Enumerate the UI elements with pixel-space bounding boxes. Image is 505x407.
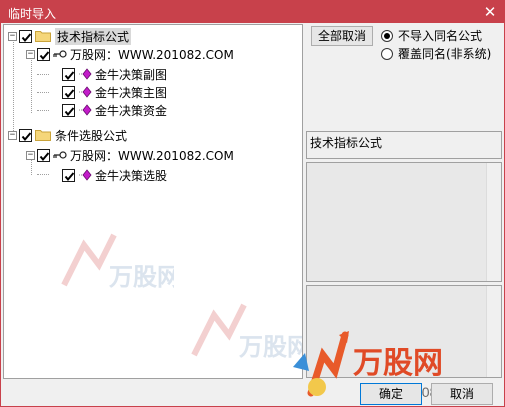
node-checkbox[interactable] [19,128,32,142]
node-checkbox[interactable] [37,148,50,162]
node-checkbox[interactable] [62,103,75,117]
radio-button[interactable] [381,29,393,42]
collapse-icon[interactable]: − [8,130,17,140]
tree-line [37,74,49,75]
tree-node-formula[interactable]: 金牛决策主图 [62,83,167,101]
node-checkbox[interactable] [62,85,75,99]
tree-node-label: 万股网：WWW.201082.COM [70,47,234,62]
tree-node-screening[interactable]: − 条件选股公式 [8,126,127,144]
diamond-icon [79,86,92,98]
diamond-icon [79,169,92,181]
tree-line [13,39,14,139]
tree-node-label: 金牛决策选股 [95,168,168,183]
tree-node-author-1[interactable]: − 万股网：WWW.201082.COM [26,45,234,63]
watermark-brand: 万股网 [239,334,303,361]
tree-node-formula[interactable]: 金牛决策副图 [62,65,167,83]
diamond-icon [79,68,92,80]
collapse-icon[interactable]: − [8,31,17,41]
radio-button[interactable] [381,47,393,60]
node-checkbox[interactable] [37,47,50,61]
scrollbar[interactable] [486,163,501,281]
key-icon [53,151,67,159]
formula-description-box[interactable] [306,162,502,282]
folder-icon [35,130,51,141]
tree-node-label: 条件选股公式 [55,128,128,143]
tree-line [37,110,49,111]
close-icon[interactable]: ✕ [480,2,500,22]
watermark-logo: 万股网 [61,233,174,291]
scrollbar[interactable] [486,286,501,377]
watermark-logo: 万股网 [191,303,303,361]
ok-button[interactable]: 确定 [360,383,422,405]
node-checkbox[interactable] [19,29,32,43]
collapse-icon[interactable]: − [26,49,35,59]
tree-node-label: 万股网：WWW.201082.COM [70,148,234,163]
node-checkbox[interactable] [62,168,75,182]
watermark-brand: 万股网 [109,264,174,291]
tree-line [37,92,49,93]
title-bar: 临时导入 ✕ [1,1,504,23]
tree-line [31,57,32,113]
collapse-icon[interactable]: − [26,150,35,160]
tree-node-formula[interactable]: 金牛决策选股 [62,166,167,184]
tree-node-label: 技术指标公式 [55,27,132,45]
diamond-icon [79,104,92,116]
formula-category-label: 技术指标公式 [306,131,502,159]
radio-overwrite-duplicates[interactable]: 覆盖同名(非系统) [381,45,491,62]
radio-skip-duplicates[interactable]: 不导入同名公式 [381,27,482,44]
formula-parameters-box[interactable] [306,285,502,378]
node-checkbox[interactable] [62,67,75,81]
tree-node-label: 金牛决策资金 [95,103,168,118]
key-icon [53,50,67,58]
folder-icon [35,31,51,42]
radio-label: 不导入同名公式 [398,29,483,43]
dialog-title: 临时导入 [8,7,57,21]
cancel-button[interactable]: 取消 [431,383,493,405]
tree-node-formula[interactable]: 金牛决策资金 [62,101,167,119]
radio-label: 覆盖同名(非系统) [398,47,492,61]
formula-tree[interactable]: − 技术指标公式 − 万股网：WWW.201082.COM 金牛决策副图 金牛决… [3,24,303,379]
deselect-all-button[interactable]: 全部取消 [311,26,373,46]
tree-node-label: 金牛决策副图 [95,67,168,82]
tree-node-tech-indicators[interactable]: − 技术指标公式 [8,27,132,45]
import-dialog: 临时导入 ✕ − 技术指标公式 − 万股网：WWW.201082.COM 金牛决… [0,0,505,407]
tree-line [37,174,49,175]
tree-node-label: 金牛决策主图 [95,85,168,100]
tree-node-author-2[interactable]: − 万股网：WWW.201082.COM [26,146,234,164]
